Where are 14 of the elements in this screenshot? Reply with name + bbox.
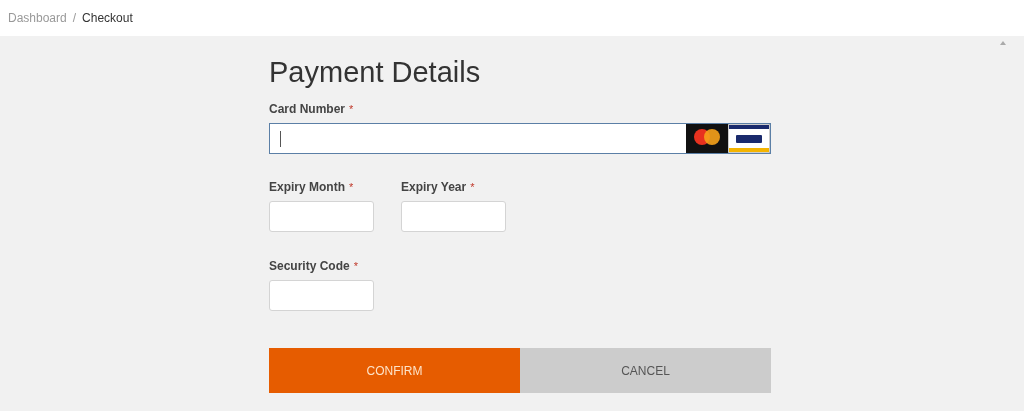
required-mark: * — [349, 180, 354, 195]
cancel-button[interactable]: CANCEL — [520, 348, 771, 393]
breadcrumb-current: Checkout — [82, 10, 133, 27]
required-mark: * — [470, 180, 475, 195]
required-mark: * — [353, 259, 358, 274]
required-mark: * — [349, 102, 354, 117]
page-title: Payment Details — [269, 55, 482, 90]
field-label: Expiry Year — [401, 179, 467, 196]
confirm-button[interactable]: CONFIRM — [269, 348, 520, 393]
field-label: Security Code — [269, 258, 350, 275]
breadcrumb-link[interactable]: Dashboard — [8, 9, 67, 27]
breadcrumb-link[interactable]: / — [72, 9, 77, 27]
field-label: Expiry Month — [269, 179, 345, 196]
field-label: Card Number — [269, 101, 345, 118]
